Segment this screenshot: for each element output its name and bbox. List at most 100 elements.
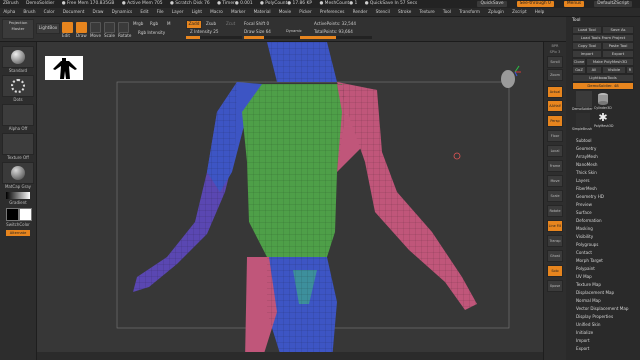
lightbox-tools-button[interactable]: Lightbox▸Tools <box>572 74 634 82</box>
load-tool-button[interactable]: Load Tool <box>572 26 602 34</box>
solo-button[interactable]: Solo <box>547 265 563 277</box>
menu-zplugin[interactable]: Zplugin <box>488 8 504 16</box>
switch-color-button[interactable]: SwitchColor <box>0 222 36 227</box>
texture-picker[interactable] <box>2 133 34 155</box>
focal-track[interactable] <box>300 36 372 39</box>
menu-document[interactable]: Document <box>63 8 85 16</box>
floor-button[interactable]: Floor <box>547 130 563 142</box>
actual-button[interactable]: Actual <box>547 86 563 98</box>
zcut-button[interactable]: Zcut <box>226 21 235 26</box>
default-zscript-button[interactable]: DefaultZScript <box>594 1 632 7</box>
subpalette-subtool[interactable]: Subtool <box>576 138 592 143</box>
subpalette-texture-map[interactable]: Texture Map <box>576 282 601 287</box>
menu-help[interactable]: Help <box>535 8 545 16</box>
focal-shift-slider[interactable]: Focal Shift 0 <box>244 21 269 26</box>
draw-icon[interactable] <box>76 22 87 33</box>
subpalette-polypaint[interactable]: Polypaint <box>576 266 595 271</box>
menu-draw[interactable]: Draw <box>93 8 104 16</box>
menu-zscript[interactable]: Zscript <box>512 8 527 16</box>
subpalette-arraymesh[interactable]: ArrayMesh <box>576 154 598 159</box>
subpalette-displacement-map[interactable]: Displacement Map <box>576 290 614 295</box>
material-picker[interactable] <box>2 162 34 184</box>
subpalette-masking[interactable]: Masking <box>576 226 593 231</box>
goz-button[interactable]: GoZ <box>572 66 586 74</box>
rgb-intensity-slider[interactable]: Rgb Intensity <box>138 30 165 35</box>
scale-view-button[interactable]: Scale <box>547 190 563 202</box>
draw-size-slider[interactable]: Draw Size 64 <box>244 29 271 34</box>
stroke-picker[interactable] <box>2 75 34 97</box>
subpalette-fibermesh[interactable]: FiberMesh <box>576 186 597 191</box>
menu-tool[interactable]: Tool <box>443 8 451 16</box>
save-as-button[interactable]: Save As <box>602 26 634 34</box>
visible-button[interactable]: Visible <box>602 66 626 74</box>
menu-marker[interactable]: Marker <box>231 8 245 16</box>
bpr-label[interactable]: BPR <box>544 44 566 48</box>
load-tools-from-project-button[interactable]: Load Tools From Project <box>572 34 634 42</box>
move-icon[interactable] <box>90 22 101 33</box>
tool-thumb-polymesh3d[interactable]: ✱ <box>596 112 610 124</box>
move-view-button[interactable]: Move <box>547 175 563 187</box>
color-swatch-secondary[interactable] <box>19 208 32 221</box>
lightbox-button[interactable]: LightBox <box>36 23 60 34</box>
menu-texture[interactable]: Texture <box>419 8 434 16</box>
zsub-button[interactable]: Zsub <box>206 21 216 26</box>
subpalette-morph-target[interactable]: Morph Target <box>576 258 603 263</box>
draw-size-track[interactable] <box>244 36 300 39</box>
ghost-button[interactable]: Ghost <box>547 250 563 262</box>
subpalette-nanomesh[interactable]: NanoMesh <box>576 162 597 167</box>
menu-file[interactable]: File <box>157 8 164 16</box>
subpalette-normal-map[interactable]: Normal Map <box>576 298 601 303</box>
tool-thumb-simplebrush[interactable] <box>576 113 590 127</box>
projection-master-button[interactable]: Projection Master <box>2 19 34 39</box>
quicksave-button[interactable]: QuickSave <box>477 1 507 7</box>
subpalette-uv-map[interactable]: UV Map <box>576 274 592 279</box>
subpalette-thick-skin[interactable]: Thick Skin <box>576 170 597 175</box>
subpalette-preview[interactable]: Preview <box>576 202 592 207</box>
subpalette-polygroups[interactable]: Polygroups <box>576 242 598 247</box>
orientation-head-icon[interactable] <box>495 64 521 94</box>
make-polymesh3d-button[interactable]: Make PolyMesh3D <box>586 58 634 66</box>
menu-material[interactable]: Material <box>254 8 271 16</box>
subpalette-surface[interactable]: Surface <box>576 210 592 215</box>
zadd-button[interactable]: Zadd <box>186 20 202 29</box>
menu-render[interactable]: Render <box>353 8 368 16</box>
copy-tool-button[interactable]: Copy Tool <box>572 42 602 50</box>
subpalette-import[interactable]: Import <box>576 338 590 343</box>
menu-light[interactable]: Light <box>192 8 202 16</box>
rotate-icon[interactable] <box>118 22 129 33</box>
export-button[interactable]: Export <box>602 50 634 58</box>
zoom-button[interactable]: Zoom <box>547 69 563 81</box>
subpalette-layers[interactable]: Layers <box>576 178 590 183</box>
xpose-button[interactable]: Xpose <box>547 280 563 292</box>
menu-dynamics[interactable]: Dynamics <box>112 8 133 16</box>
subpalette-geometry[interactable]: Geometry <box>576 146 596 151</box>
menus-button[interactable]: Menus <box>563 1 585 7</box>
mesh-model[interactable] <box>37 42 543 360</box>
z-intensity-track[interactable] <box>186 36 242 39</box>
current-tool-slider[interactable]: DemoSoldier. 48 <box>572 82 634 90</box>
subpalette-deformation[interactable]: Deformation <box>576 218 602 223</box>
frame-button[interactable]: Frame <box>547 160 563 172</box>
subpalette-geometry-hd[interactable]: Geometry HD <box>576 194 604 199</box>
subpalette-initialize[interactable]: Initialize <box>576 330 593 335</box>
local-button[interactable]: Local <box>547 145 563 157</box>
scroll-button[interactable]: Scroll <box>547 56 563 68</box>
edit-icon[interactable] <box>62 22 73 33</box>
menu-preferences[interactable]: Preferences <box>320 8 345 16</box>
alpha-picker[interactable] <box>2 104 34 126</box>
z-intensity-slider[interactable]: Z Intensity 25 <box>190 29 218 34</box>
menu-alpha[interactable]: Alpha <box>3 8 15 16</box>
scale-icon[interactable] <box>104 22 115 33</box>
menu-movie[interactable]: Movie <box>279 8 291 16</box>
menu-stroke[interactable]: Stroke <box>398 8 411 16</box>
clone-button[interactable]: Clone <box>572 58 586 66</box>
persp-button[interactable]: Persp <box>547 115 563 127</box>
aahalf-button[interactable]: AAHalf <box>547 100 563 112</box>
subpalette-display-properties[interactable]: Display Properties <box>576 314 613 319</box>
viewport-canvas[interactable] <box>37 42 543 360</box>
dynamic-button[interactable]: Dynamic <box>286 29 302 33</box>
import-button[interactable]: Import <box>572 50 602 58</box>
alternate-button[interactable]: Alternate <box>6 230 30 236</box>
mrgb-button[interactable]: Mrgb <box>133 21 143 26</box>
color-swatch-main[interactable] <box>6 208 19 221</box>
